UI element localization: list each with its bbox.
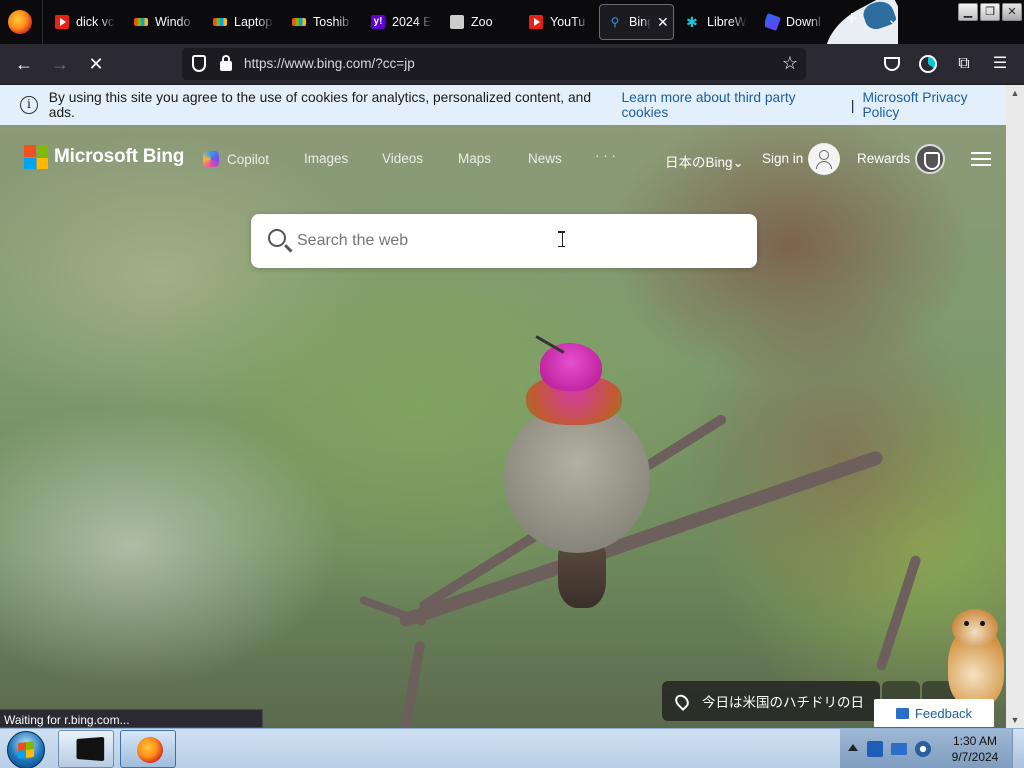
account-button[interactable] [917,53,939,75]
taskbar-terminal-button[interactable] [58,730,114,768]
terminal-icon [76,736,105,762]
extensions-icon[interactable]: ⧉ [953,53,975,75]
monitor-icon[interactable] [891,743,907,755]
bing-hero: Microsoft Bing Copilot Images Videos Map… [0,125,1006,728]
show-hidden-icons-icon[interactable] [848,744,858,751]
clock-date: 9/7/2024 [951,750,999,764]
start-button[interactable] [7,731,45,768]
taskbar: 1:30 AM 9/7/2024 [0,728,1024,768]
bing-logo[interactable]: Microsoft Bing [24,145,184,169]
restore-button[interactable]: ❐ [980,3,1000,21]
separator: | [850,97,855,113]
nav-maps[interactable]: Maps [458,151,491,166]
bird-body [504,403,650,553]
yahoo-icon: y! [371,15,385,29]
clock[interactable]: 1:30 AM 9/7/2024 [940,733,1010,765]
pocket-button[interactable] [881,53,903,75]
url-text[interactable]: https://www.bing.com/?cc=jp [244,56,415,71]
minimize-button[interactable]: ▁ [958,3,978,21]
back-arrow-icon[interactable]: ← [12,52,36,76]
tab-youtube[interactable]: YouTu [529,4,595,40]
tab-bing-active[interactable]: ⚲ Bing ✕ [599,4,674,40]
firefox-icon [137,737,163,763]
third-party-cookies-link[interactable]: Learn more about third party cookies [621,90,842,120]
app-menu-icon[interactable]: ☰ [989,53,1011,75]
tab-strip: dick vc Windo Laptop Toshib y! 2024 E Zo… [0,0,1024,44]
vertical-scrollbar[interactable]: ▲ ▼ [1006,85,1024,728]
info-icon: i [20,96,38,114]
bluetooth-icon[interactable] [915,741,931,757]
image-info-button[interactable]: 今日は米国のハチドリの日 [662,681,880,721]
download-icon [765,13,781,31]
librewolf-icon: ✱ [686,14,698,30]
tab-list-chevron-down-icon[interactable]: ⌄ [887,10,900,28]
lock-icon[interactable] [220,55,232,71]
tab-toshiba[interactable]: Toshib [292,4,362,40]
tracking-shield-icon[interactable] [192,55,206,72]
address-bar[interactable]: https://www.bing.com/?cc=jp ☆ [182,48,806,80]
tab-windows[interactable]: Windo [134,4,204,40]
document-icon [450,15,464,29]
youtube-icon [55,15,69,29]
show-desktop-button[interactable] [1012,729,1024,768]
image-caption: 今日は米国のハチドリの日 [702,695,864,710]
navigation-toolbar: ← → ✕ https://www.bing.com/?cc=jp ☆ ⧉ ☰ [0,44,1024,84]
tab-librewolf[interactable]: ✱ LibreW [686,4,756,40]
branch [400,640,426,728]
tab-laptop[interactable]: Laptop [213,4,283,40]
sign-in-link[interactable]: Sign in [762,151,803,166]
status-bar: Waiting for r.bing.com... [0,709,263,728]
tab-zoo[interactable]: Zoo [450,4,520,40]
privacy-policy-link[interactable]: Microsoft Privacy Policy [862,90,1006,120]
youtube-icon [529,15,543,29]
hamburger-menu-icon[interactable] [971,152,991,170]
window-controls: ▁ ❐ ✕ [958,3,1022,21]
firefox-menu-icon[interactable] [8,10,32,34]
tab-dick-vc[interactable]: dick vc [55,4,123,40]
tab-2024[interactable]: y! 2024 E [371,4,441,40]
nav-more-button[interactable]: · · · [595,148,616,163]
windows-icon [213,18,227,26]
clock-time: 1:30 AM [952,734,998,748]
location-pin-icon [672,691,692,711]
pocket-icon [884,57,900,71]
forward-arrow-icon[interactable]: → [48,52,72,76]
cookie-text: By using this site you agree to the use … [48,90,591,120]
cookie-banner: i By using this site you agree to the us… [0,85,1006,125]
scroll-down-icon[interactable]: ▼ [1006,712,1024,728]
region-switcher[interactable]: 日本のBing⌄ [665,151,744,171]
nav-news[interactable]: News [528,151,562,166]
search-icon: ⚲ [610,15,620,29]
copilot-icon [203,151,219,167]
avatar-icon[interactable] [808,143,840,175]
windows-icon [292,18,306,26]
taskbar-firefox-button[interactable] [120,730,176,768]
microsoft-logo-icon [24,145,48,169]
windows-icon [134,18,148,26]
close-tab-icon[interactable]: ✕ [657,14,669,31]
nav-videos[interactable]: Videos [382,151,423,166]
branch [875,554,922,672]
text-cursor-icon [558,231,569,247]
nav-images[interactable]: Images [304,151,348,166]
feedback-icon [895,707,909,719]
feedback-button[interactable]: Feedback [874,699,994,727]
rewards-trophy-icon[interactable] [915,144,945,174]
network-icon[interactable] [867,741,883,757]
search-icon[interactable] [268,229,286,247]
scroll-up-icon[interactable]: ▲ [1006,85,1024,101]
hummingbird-image [500,335,650,608]
tab-separator [42,0,43,44]
nav-copilot[interactable]: Copilot [203,151,269,167]
bookmark-star-icon[interactable]: ☆ [782,53,798,74]
chevron-down-icon: ⌄ [732,155,744,170]
new-tab-button[interactable]: + [846,8,858,31]
rewards-link[interactable]: Rewards [857,151,910,166]
search-box[interactable] [251,214,757,268]
search-input[interactable] [297,226,737,256]
close-window-button[interactable]: ✕ [1002,3,1022,21]
account-icon [919,55,937,73]
bird-head [540,343,602,391]
stop-loading-icon[interactable]: ✕ [84,52,108,76]
